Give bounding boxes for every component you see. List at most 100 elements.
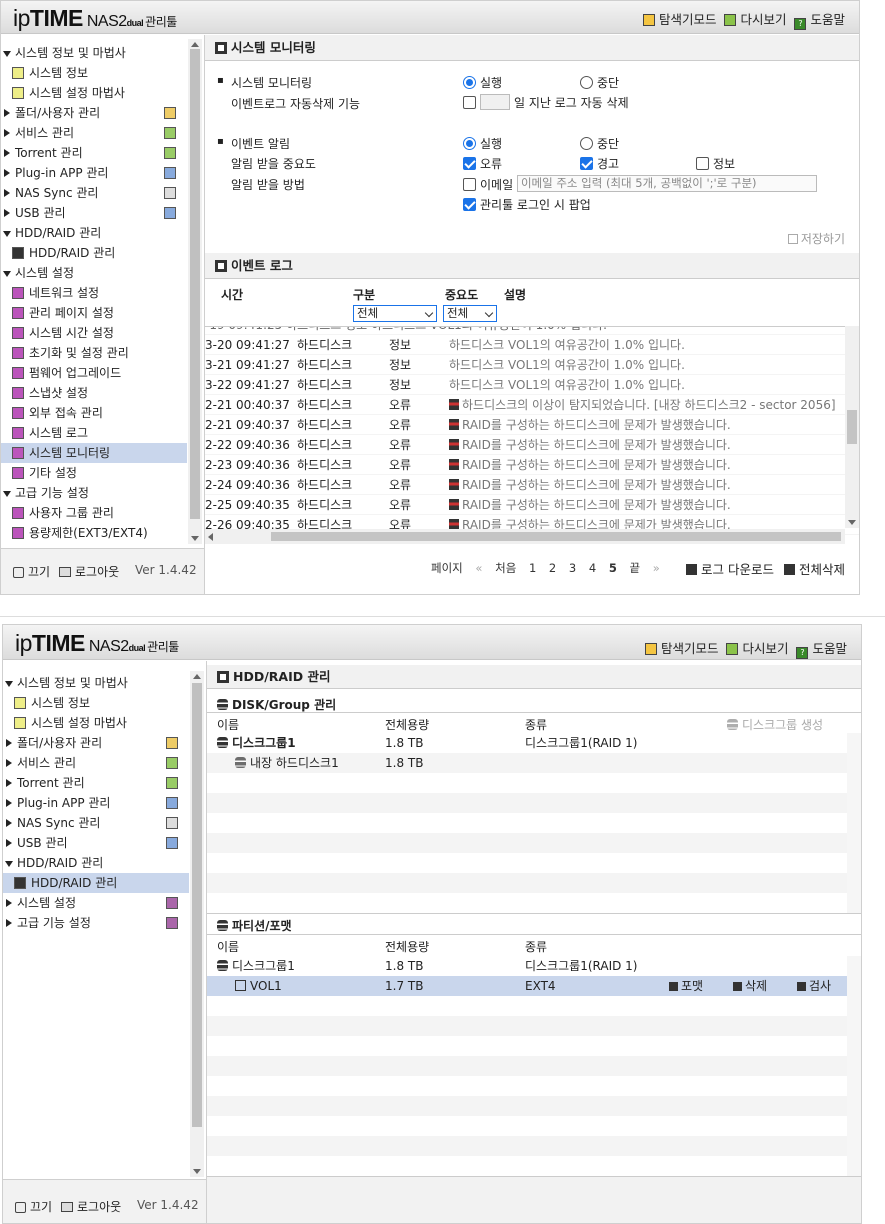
- sidebar-item-5[interactable]: Torrent 관리: [1, 143, 187, 163]
- severity-filter-select[interactable]: 전체: [443, 305, 497, 322]
- sidebar-item-13[interactable]: 관리 페이지 설정: [1, 303, 187, 323]
- sidebar-item-7[interactable]: NAS Sync 관리: [1, 183, 187, 203]
- logout-button-2[interactable]: 로그아웃: [61, 1198, 121, 1215]
- sidebar-item-14[interactable]: 시스템 시간 설정: [1, 323, 187, 343]
- pager-page-2[interactable]: 2: [549, 561, 556, 575]
- log-row[interactable]: 3-21 09:41:27 하드디스크 정보 하드디스크 VOL1의 여유공간이 1.…: [205, 355, 859, 375]
- sidebar-item-21[interactable]: 기타 설정: [1, 463, 187, 483]
- pager-last[interactable]: 끝: [630, 561, 641, 575]
- log-delete-all-button[interactable]: 전체삭제: [783, 562, 845, 577]
- sidebar-item-9[interactable]: HDD/RAID 관리: [1, 223, 187, 243]
- sidebar-item-15[interactable]: 초기화 및 설정 관리: [1, 343, 187, 363]
- log-row[interactable]: 2-25 09:40:35 하드디스크 오류 RAID를 구성하는 하드디스크에 문제…: [205, 495, 859, 515]
- email-input[interactable]: 이메일 주소 입력 (최대 5개, 공백없이 ';'로 구분): [516, 175, 817, 192]
- sidebar-item-10[interactable]: HDD/RAID 관리: [1, 243, 187, 263]
- sidebar-item-22[interactable]: 고급 기능 설정: [1, 483, 187, 503]
- log-row[interactable]: 2-24 09:40:36 하드디스크 오류 RAID를 구성하는 하드디스크에 문제…: [205, 475, 859, 495]
- level-info-checkbox[interactable]: 정보: [696, 155, 735, 172]
- pager-page-4[interactable]: 4: [589, 561, 596, 575]
- sidebar-item-11[interactable]: 시스템 설정: [3, 893, 189, 913]
- sidebar-item-0[interactable]: 시스템 정보 및 마법사: [3, 673, 189, 693]
- pager-page-1[interactable]: 1: [529, 561, 536, 575]
- email-checkbox[interactable]: [463, 178, 476, 191]
- sidebar-item-6[interactable]: Plug-in APP 관리: [3, 793, 189, 813]
- sidebar-item-24[interactable]: 용량제한(EXT3/EXT4): [1, 523, 187, 543]
- sidebar-item-7[interactable]: NAS Sync 관리: [3, 813, 189, 833]
- col-time[interactable]: 시간: [221, 286, 243, 303]
- power-button[interactable]: 끄기: [13, 563, 50, 580]
- log-row[interactable]: 2-21 09:40:37 하드디스크 오류 RAID를 구성하는 하드디스크에 문제…: [205, 415, 859, 435]
- volume-row[interactable]: VOL1 1.7 TB EXT4 포맷 삭제 검사: [207, 976, 847, 996]
- sidebar-item-10[interactable]: HDD/RAID 관리: [3, 873, 189, 893]
- level-error-checkbox[interactable]: 오류: [463, 155, 502, 172]
- pager-page-5[interactable]: 5: [609, 561, 617, 575]
- sidebar-item-12[interactable]: 네트워크 설정: [1, 283, 187, 303]
- level-warning-checkbox[interactable]: 경고: [580, 155, 619, 172]
- sidebar-item-11[interactable]: 시스템 설정: [1, 263, 187, 283]
- pager-next[interactable]: »: [653, 561, 660, 575]
- pager-page-3[interactable]: 3: [569, 561, 576, 575]
- disk-table-scrollbar[interactable]: [847, 733, 861, 913]
- refresh-link[interactable]: 다시보기: [724, 9, 786, 30]
- sidebar-item-2[interactable]: 시스템 설정 마법사: [3, 713, 189, 733]
- category-filter-select[interactable]: 전체: [353, 305, 437, 322]
- disk-row[interactable]: 내장 하드디스크1 1.8 TB: [207, 753, 847, 773]
- sidebar-item-4[interactable]: 서비스 관리: [3, 753, 189, 773]
- partition-table-scrollbar[interactable]: [847, 956, 861, 1176]
- sidebar-item-16[interactable]: 펌웨어 업그레이드: [1, 363, 187, 383]
- sidebar-scrollbar-2[interactable]: [190, 671, 204, 1177]
- pager-first[interactable]: 처음: [495, 561, 516, 575]
- power-button-2[interactable]: 끄기: [15, 1198, 52, 1215]
- vol-format-button[interactable]: 포맷: [669, 976, 703, 996]
- logout-button[interactable]: 로그아웃: [59, 563, 119, 580]
- help-link-2[interactable]: ? 도움말: [796, 638, 847, 659]
- sidebar-item-3[interactable]: 폴더/사용자 관리: [1, 103, 187, 123]
- sidebar-item-23[interactable]: 사용자 그룹 관리: [1, 503, 187, 523]
- create-disk-group-button[interactable]: 디스크그룹 생성: [727, 716, 823, 733]
- sidebar-item-1[interactable]: 시스템 정보: [3, 693, 189, 713]
- vol-check-button[interactable]: 검사: [797, 976, 831, 996]
- save-button[interactable]: 저장하기: [787, 230, 845, 247]
- explorer-mode-link-2[interactable]: 탐색기모드: [644, 638, 718, 659]
- explorer-mode-link[interactable]: 탐색기모드: [642, 9, 716, 30]
- sidebar-item-12[interactable]: 고급 기능 설정: [3, 913, 189, 933]
- partition-group-row[interactable]: 디스크그룹1 1.8 TB 디스크그룹1(RAID 1): [207, 956, 847, 976]
- log-download-button[interactable]: 로그 다운로드: [686, 562, 774, 577]
- alarm-stop-radio[interactable]: 중단: [580, 135, 619, 152]
- autodel-days-input[interactable]: [480, 94, 510, 110]
- popup-checkbox[interactable]: 관리툴 로그인 시 팝업: [463, 196, 591, 213]
- log-row[interactable]: 2-23 09:40:36 하드디스크 오류 RAID를 구성하는 하드디스크에 문제…: [205, 455, 859, 475]
- sidebar-scrollbar[interactable]: [188, 39, 202, 544]
- sys-stop-radio[interactable]: 중단: [580, 74, 619, 91]
- disk-group-row[interactable]: 디스크그룹1 1.8 TB 디스크그룹1(RAID 1): [207, 733, 847, 753]
- sidebar-item-9[interactable]: HDD/RAID 관리: [3, 853, 189, 873]
- sidebar-item-0[interactable]: 시스템 정보 및 마법사: [1, 43, 187, 63]
- sidebar-item-18[interactable]: 외부 접속 관리: [1, 403, 187, 423]
- sidebar-item-5[interactable]: Torrent 관리: [3, 773, 189, 793]
- log-row[interactable]: 3-22 09:41:27 하드디스크 정보 하드디스크 VOL1의 여유공간이 1.…: [205, 375, 859, 395]
- refresh-link-2[interactable]: 다시보기: [726, 638, 788, 659]
- sidebar-item-8[interactable]: USB 관리: [3, 833, 189, 853]
- col-severity[interactable]: 중요도: [445, 286, 478, 303]
- sidebar-item-17[interactable]: 스냅샷 설정: [1, 383, 187, 403]
- log-horizontal-scrollbar[interactable]: [205, 529, 845, 544]
- sidebar-item-6[interactable]: Plug-in APP 관리: [1, 163, 187, 183]
- log-row[interactable]: 2-22 09:40:36 하드디스크 오류 RAID를 구성하는 하드디스크에 문제…: [205, 435, 859, 455]
- sidebar-item-3[interactable]: 폴더/사용자 관리: [3, 733, 189, 753]
- log-vertical-scrollbar[interactable]: [845, 326, 859, 528]
- sidebar-item-20[interactable]: 시스템 모니터링: [1, 443, 187, 463]
- sidebar-item-4[interactable]: 서비스 관리: [1, 123, 187, 143]
- sidebar-item-2[interactable]: 시스템 설정 마법사: [1, 83, 187, 103]
- sidebar-item-19[interactable]: 시스템 로그: [1, 423, 187, 443]
- alarm-run-radio[interactable]: 실행: [463, 135, 502, 152]
- pager-prev[interactable]: «: [475, 561, 482, 575]
- col-category[interactable]: 구분: [353, 286, 375, 303]
- log-row[interactable]: 2-21 00:40:37 하드디스크 오류 하드디스크의 이상이 탐지되었습니다. …: [205, 395, 859, 415]
- log-row[interactable]: 3-20 09:41:27 하드디스크 정보 하드디스크 VOL1의 여유공간이 1.…: [205, 335, 859, 355]
- vol-delete-button[interactable]: 삭제: [733, 976, 767, 996]
- autodel-checkbox[interactable]: [463, 96, 476, 109]
- sidebar-item-8[interactable]: USB 관리: [1, 203, 187, 223]
- help-link[interactable]: ? 도움말: [794, 9, 845, 30]
- sidebar-item-1[interactable]: 시스템 정보: [1, 63, 187, 83]
- sys-run-radio[interactable]: 실행: [463, 74, 502, 91]
